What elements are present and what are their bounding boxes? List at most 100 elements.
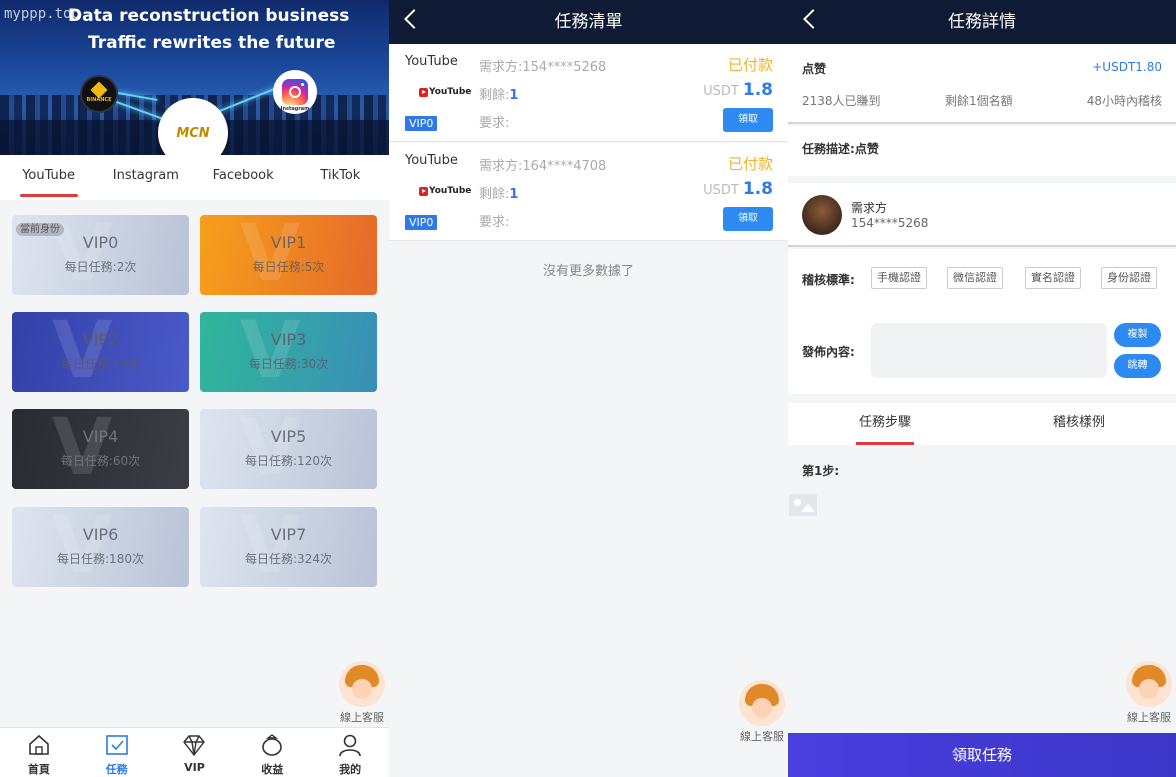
task-detail-header: 任務詳情 [788, 0, 1176, 44]
vip-card-name: VIP3 [270, 330, 307, 349]
tab-tiktok[interactable]: TikTok [292, 155, 389, 200]
detail-tabs: 任務步驟 稽核樣例 [788, 403, 1176, 445]
home-icon [29, 734, 49, 755]
online-service-button[interactable]: 線上客服 [732, 680, 788, 744]
audit-label: 稽核標準: [802, 273, 855, 287]
audit-chip-phone: 手機認證 [871, 267, 927, 289]
vip-card-name: VIP5 [270, 427, 307, 446]
step-label: 第1步: [802, 464, 840, 478]
vip-level-badge: VIP0 [405, 215, 438, 230]
nav-earnings[interactable]: 收益 [233, 728, 311, 777]
vip-card-desc: 每日任務:120次 [245, 454, 332, 468]
jump-button[interactable]: 跳轉 [1114, 354, 1161, 378]
task-remaining: 剩餘:1 [479, 88, 519, 103]
vip-card-desc: 每日任務:180次 [57, 552, 144, 566]
paid-status: 已付款 [727, 56, 773, 74]
task-item[interactable]: YouTube YouTube VIP0 需求方:164****4708 剩餘:… [389, 143, 788, 241]
page-title: 任務詳情 [948, 12, 1016, 32]
task-requester: 需求方:154****5268 [479, 60, 607, 75]
diamond-icon [183, 735, 206, 757]
task-detail-panel: 任務詳情 点赞 +USDT1.80 2138人已賺到 剩餘1個名額 48小時內稽… [788, 0, 1176, 777]
vip-level-badge: VIP0 [405, 116, 438, 131]
task-reward: USDT 1.8 [703, 80, 773, 100]
audit-chip-realname: 實名認證 [1025, 267, 1081, 289]
requester-info: 需求方 154****5268 [788, 183, 1176, 247]
vip-card-7[interactable]: V VIP7 每日任務:324次 [200, 507, 377, 587]
banner-title-line2: Traffic rewrites the future [88, 33, 336, 53]
vip-grid: V 當前身份 VIP0 每日任務:2次 V VIP1 每日任務:5次 V VIP… [0, 200, 389, 728]
nav-home[interactable]: 首頁 [0, 728, 78, 777]
vip-card-0[interactable]: V 當前身份 VIP0 每日任務:2次 [12, 215, 189, 295]
task-platform: YouTube [405, 54, 458, 69]
task-platform: YouTube [405, 153, 458, 168]
nav-label: 收益 [261, 763, 284, 776]
customer-service-avatar-icon [1126, 661, 1172, 707]
online-service-button[interactable]: 線上客服 [1119, 661, 1176, 725]
online-service-button[interactable]: 線上客服 [332, 661, 389, 725]
vip-card-desc: 每日任務:5次 [252, 260, 325, 274]
claim-button[interactable]: 領取 [723, 108, 773, 132]
tab-instagram[interactable]: Instagram [97, 155, 194, 200]
task-summary: 点赞 +USDT1.80 2138人已賺到 剩餘1個名額 48小時內稽核 [788, 44, 1176, 124]
vip-card-name: VIP4 [82, 427, 119, 446]
tab-task-steps[interactable]: 任務步驟 [788, 403, 982, 445]
nav-label: VIP [184, 761, 205, 774]
banner-title-line1: Data reconstruction business [68, 6, 350, 26]
nav-label: 任務 [105, 763, 128, 776]
requester-label: 需求方 [851, 201, 888, 215]
promo-banner[interactable]: myppp.top Data reconstruction business T… [0, 0, 389, 155]
task-list-panel: 任務清單 YouTube YouTube VIP0 需求方:154****526… [389, 0, 788, 777]
vip-card-2[interactable]: V VIP2 每日任務:15次 [12, 312, 189, 392]
youtube-logo-icon: YouTube [419, 87, 471, 97]
online-service-label: 線上客服 [1127, 711, 1171, 724]
online-service-label: 線上客服 [340, 711, 384, 724]
vip-card-desc: 每日任務:15次 [60, 357, 141, 371]
binance-logo-icon: BINANCE [80, 75, 118, 113]
publish-content-box[interactable] [871, 323, 1107, 378]
task-list-header: 任務清單 [389, 0, 788, 44]
task-requester: 需求方:164****4708 [479, 159, 607, 174]
nav-vip[interactable]: VIP [156, 728, 234, 777]
platform-tabs: YouTube Instagram Facebook TikTok [0, 155, 389, 200]
vip-card-name: VIP7 [270, 525, 307, 544]
task-reward: USDT 1.8 [703, 179, 773, 199]
vip-card-6[interactable]: V VIP6 每日任務:180次 [12, 507, 189, 587]
task-reward: +USDT1.80 [1092, 60, 1162, 74]
remaining-slots: 剩餘1個名額 [945, 94, 1013, 108]
page-title: 任務清單 [554, 12, 623, 32]
nav-tasks[interactable]: 任務 [78, 728, 156, 777]
task-item[interactable]: YouTube YouTube VIP0 需求方:154****5268 剩餘:… [389, 44, 788, 142]
paid-status: 已付款 [727, 155, 773, 173]
moneybag-icon [262, 734, 283, 756]
task-name: 点赞 [802, 62, 827, 76]
vip-tasks-panel: myppp.top Data reconstruction business T… [0, 0, 389, 777]
desc-value: 点赞 [854, 142, 879, 156]
youtube-logo-icon: YouTube [419, 186, 471, 196]
customer-service-avatar-icon [339, 661, 385, 707]
claim-task-button[interactable]: 領取任務 [788, 733, 1176, 777]
vip-card-5[interactable]: V VIP5 每日任務:120次 [200, 409, 377, 489]
nav-label: 我的 [339, 763, 362, 776]
desc-label: 任務描述: [802, 142, 855, 156]
claim-button[interactable]: 領取 [723, 207, 773, 231]
publish-label: 發佈內容: [802, 345, 855, 359]
customer-service-avatar-icon [739, 680, 785, 726]
task-requirement: 要求: [479, 116, 510, 131]
tab-youtube[interactable]: YouTube [0, 155, 97, 200]
nav-profile[interactable]: 我的 [311, 728, 389, 777]
vip-card-4[interactable]: V VIP4 每日任務:60次 [12, 409, 189, 489]
bottom-nav: 首頁 任務 VIP 收益 我的 [0, 727, 389, 777]
instagram-logo-icon: Instagram [273, 70, 317, 114]
task-description: 任務描述:点赞 [788, 126, 1176, 176]
tab-audit-sample[interactable]: 稽核樣例 [982, 403, 1176, 445]
vip-card-name: VIP6 [82, 525, 119, 544]
copy-button[interactable]: 複製 [1114, 323, 1161, 347]
avatar [802, 195, 842, 235]
vip-card-1[interactable]: V VIP1 每日任務:5次 [200, 215, 377, 295]
requester-id: 154****5268 [851, 216, 929, 230]
vip-card-desc: 每日任務:324次 [245, 552, 332, 566]
tab-facebook[interactable]: Facebook [195, 155, 292, 200]
vip-card-3[interactable]: V VIP3 每日任務:30次 [200, 312, 377, 392]
online-service-label: 線上客服 [740, 730, 784, 743]
task-remaining: 剩餘:1 [479, 187, 519, 202]
